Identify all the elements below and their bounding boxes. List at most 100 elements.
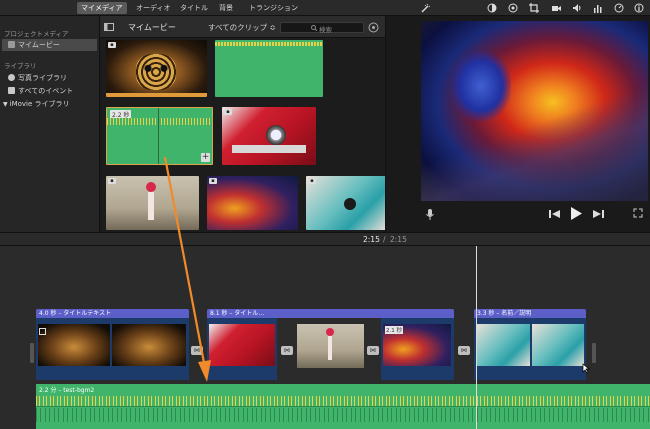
- color-balance-icon[interactable]: [487, 3, 497, 13]
- transition-icon[interactable]: ⋈: [367, 346, 379, 355]
- leopard-face: [136, 54, 176, 90]
- camera-icon: ▪: [108, 42, 116, 48]
- thumbnail: [532, 324, 584, 366]
- timeline-clip-leopard[interactable]: [36, 318, 189, 380]
- clip-red-car[interactable]: ▪: [222, 107, 316, 165]
- thumbnail: [112, 324, 186, 366]
- audio-waveform-lower: [36, 408, 650, 422]
- audio-clip-bgm[interactable]: 2.2 分 – test-bgm2: [36, 384, 650, 429]
- dancer-body: [148, 192, 154, 220]
- playhead-skim-line: [158, 108, 159, 164]
- clip-dancer[interactable]: ▪: [106, 176, 199, 230]
- camera-icon: ▪: [308, 178, 316, 184]
- magic-wand-icon[interactable]: [420, 3, 430, 13]
- timeline-clip-red-car[interactable]: [207, 318, 277, 380]
- title-clip-2[interactable]: 8.1 秒 – タイトル…: [207, 309, 454, 318]
- mouse-cursor-icon: [582, 363, 590, 374]
- volume-line[interactable]: [36, 406, 650, 407]
- clip-checkbox[interactable]: [39, 328, 46, 335]
- skip-back-icon[interactable]: [549, 209, 560, 219]
- skip-forward-icon[interactable]: [593, 209, 604, 219]
- stabilization-icon[interactable]: [551, 3, 561, 13]
- sidebar-item-imovie-library[interactable]: ▼ iMovie ライブラリ: [2, 98, 97, 110]
- audio-waveform: [107, 118, 212, 125]
- search-input[interactable]: 検索: [280, 22, 364, 34]
- info-icon[interactable]: [634, 3, 644, 13]
- media-browser: マイムービー すべてのクリップ ≎ 検索 ▪ 2.2 秒 + ▪ ▪ ▪ ▪: [99, 16, 386, 232]
- camera-icon: ▪: [209, 178, 217, 184]
- tab-backgrounds[interactable]: 背景: [215, 2, 237, 14]
- timeline[interactable]: 4.0 秒 – タイトルテキスト 8.1 秒 – タイトル… 3.3 秒 – 名…: [0, 246, 650, 429]
- search-placeholder: 検索: [319, 26, 332, 34]
- events-icon: [8, 87, 15, 94]
- settings-icon[interactable]: [368, 22, 379, 33]
- title-clip-3[interactable]: 3.3 秒 – 名前／説明: [474, 309, 586, 318]
- timeline-start-handle[interactable]: [30, 343, 34, 363]
- color-correction-icon[interactable]: [508, 3, 518, 13]
- crop-icon[interactable]: [529, 3, 539, 13]
- sidebar: プロジェクトメディア マイムービー ライブラリ 写真ライブラリ すべてのイベント…: [0, 16, 99, 232]
- top-bar: マイメディア オーディオ タイトル 背景 トランジション: [0, 0, 650, 16]
- sidebar-item-all-events[interactable]: すべてのイベント: [2, 85, 97, 97]
- sidebar-item-photos-library[interactable]: 写真ライブラリ: [2, 72, 97, 84]
- equalizer-icon[interactable]: [593, 3, 603, 13]
- timeline-clip-abstract[interactable]: 2.1 秒: [381, 318, 454, 380]
- speed-icon[interactable]: [614, 3, 624, 13]
- audio-waveform: [215, 42, 323, 46]
- sunglasses: [344, 198, 356, 210]
- dancer-hair: [326, 328, 334, 336]
- clip-used-bar: [106, 93, 207, 97]
- browser-title: マイムービー: [128, 23, 176, 32]
- sidebar-item-label: マイムービー: [18, 41, 60, 49]
- browser-header: マイムービー すべてのクリップ ≎ 検索: [100, 16, 386, 38]
- dancer-hair: [146, 182, 156, 192]
- clip-green-audio[interactable]: [215, 40, 323, 97]
- add-to-timeline-icon[interactable]: +: [201, 153, 210, 162]
- sidebar-item-label: 写真ライブラリ: [18, 74, 67, 82]
- total-time: 2:15: [390, 235, 407, 244]
- car-bumper: [232, 145, 306, 153]
- clip-abstract[interactable]: ▪: [207, 176, 298, 230]
- camera-icon: ▪: [108, 178, 116, 184]
- audio-clip-label: 2.2 分 – test-bgm2: [39, 387, 95, 394]
- current-time: 2:15: [363, 235, 380, 244]
- audio-waveform: [36, 396, 650, 406]
- timeline-clip-dancer[interactable]: [297, 324, 364, 368]
- clip-filter-select[interactable]: すべてのクリップ ≎: [208, 22, 276, 33]
- film-icon: [8, 41, 15, 48]
- sidebar-item-my-movie[interactable]: マイムービー: [2, 39, 97, 51]
- thumbnail: [38, 324, 110, 366]
- timeline-clip-teal-hair[interactable]: [474, 318, 586, 380]
- project-media-heading: プロジェクトメディア: [4, 30, 69, 38]
- clip-duration-badge: 2.1 秒: [385, 326, 403, 334]
- transition-icon[interactable]: ⋈: [191, 346, 203, 355]
- volume-icon[interactable]: [572, 3, 582, 13]
- thumbnail: [209, 324, 275, 366]
- play-icon[interactable]: [570, 207, 582, 220]
- camera-icon: ▪: [224, 109, 232, 115]
- timeline-end-handle[interactable]: [592, 343, 596, 363]
- disclosure-triangle-icon[interactable]: ▼: [3, 101, 8, 108]
- clip-leopard[interactable]: ▪: [106, 40, 207, 97]
- clip-green-selected[interactable]: 2.2 秒 +: [106, 107, 213, 165]
- tab-my-media[interactable]: マイメディア: [77, 2, 127, 14]
- thumbnail: [476, 324, 530, 366]
- timeline-header: 2:15 / 2:15: [0, 232, 650, 246]
- playhead[interactable]: [476, 246, 477, 429]
- microphone-icon[interactable]: [426, 209, 434, 220]
- preview-blue-shape: [451, 51, 511, 121]
- sidebar-toggle-icon[interactable]: [104, 23, 114, 31]
- tab-titles[interactable]: タイトル: [176, 2, 212, 14]
- clip-teal-hair[interactable]: ▪: [306, 176, 386, 230]
- tab-transitions[interactable]: トランジション: [245, 2, 302, 14]
- viewer: [385, 16, 650, 232]
- title-clip-1[interactable]: 4.0 秒 – タイトルテキスト: [36, 309, 189, 318]
- dancer-body: [328, 336, 332, 360]
- tab-audio[interactable]: オーディオ: [132, 2, 175, 14]
- sidebar-item-label: iMovie ライブラリ: [9, 100, 70, 108]
- sidebar-item-label: すべてのイベント: [18, 87, 74, 95]
- fullscreen-icon[interactable]: [633, 208, 643, 218]
- transition-icon[interactable]: ⋈: [281, 346, 293, 355]
- transition-icon[interactable]: ⋈: [458, 346, 470, 355]
- search-icon: [311, 25, 317, 31]
